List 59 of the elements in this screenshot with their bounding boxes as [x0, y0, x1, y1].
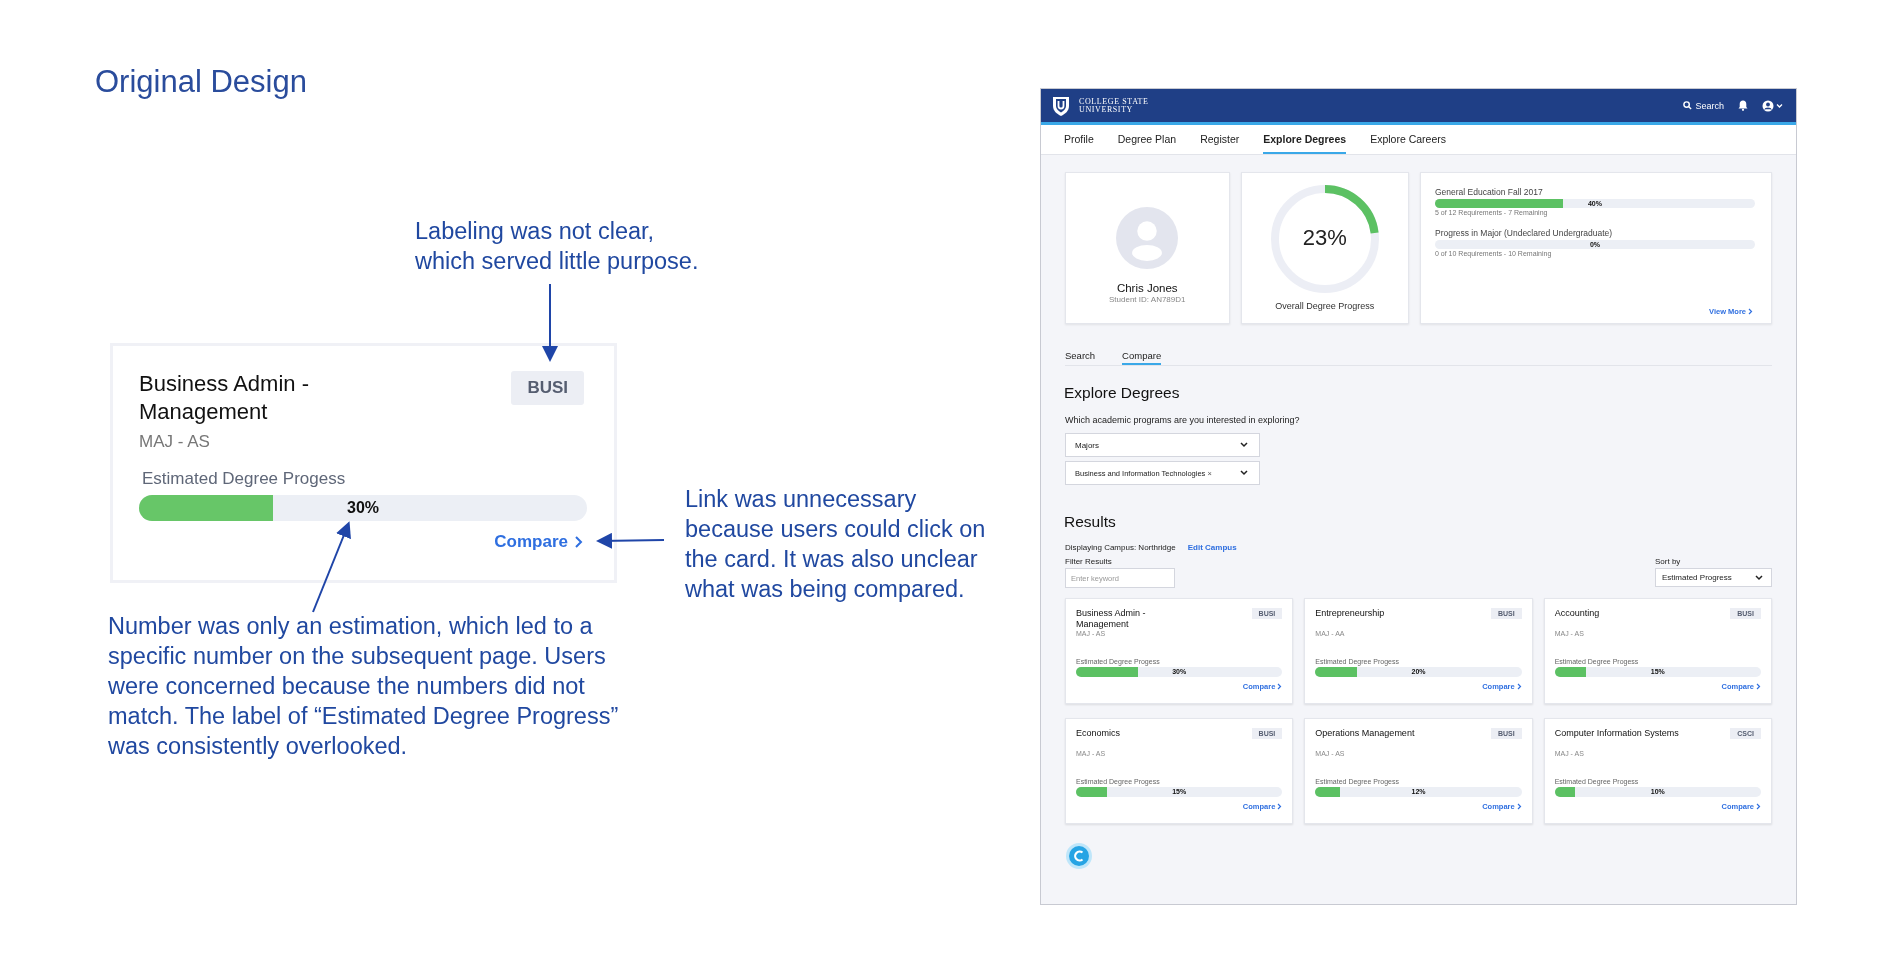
chevron-icon: [1277, 803, 1283, 810]
program-title: Accounting: [1554, 608, 1600, 619]
caret-icon: [1755, 574, 1763, 581]
shield-logo-icon: [1051, 94, 1071, 117]
campus-text: Displaying Campus: Northridge: [1065, 543, 1176, 552]
edit-campus-link[interactable]: Edit Campus: [1187, 543, 1237, 552]
program-title: Business Admin - Management: [1076, 608, 1146, 630]
program-title: Computer Information Systems: [1554, 728, 1679, 739]
university-name: COLLEGE STATE: [1079, 97, 1149, 106]
annotation-text: Labeling was not clear, which served little purpose.: [415, 217, 699, 276]
chevron-icon: [1748, 308, 1753, 315]
chevron-icon: [1277, 683, 1283, 690]
chevron-icon: [1516, 683, 1522, 690]
program-title: Economics: [1076, 728, 1120, 739]
filter-label: Filter Results: [1065, 557, 1113, 566]
caret-icon: [1240, 442, 1248, 448]
student-name: Chris Jones: [1116, 282, 1178, 294]
student-id: Student ID: AN789D1: [1109, 295, 1186, 304]
search-button[interactable]: Search: [1683, 100, 1724, 111]
overall-percent: 23%: [1301, 225, 1348, 251]
nav-tab[interactable]: Degree Plan: [1117, 133, 1177, 154]
bell-icon[interactable]: [1738, 100, 1748, 111]
requirement-label: General Education Fall 2017: [1435, 187, 1544, 197]
account-icon[interactable]: [1762, 99, 1784, 112]
section-heading: Results: [1064, 513, 1117, 531]
avatar-icon: [1116, 207, 1179, 269]
annotation-arrow: [596, 532, 665, 549]
nav-tab[interactable]: Register: [1200, 133, 1240, 154]
caret-icon: [1240, 470, 1248, 476]
sub-tab[interactable]: Compare: [1122, 350, 1162, 365]
nav-tab[interactable]: Profile: [1064, 133, 1094, 154]
search-icon: [1683, 101, 1693, 110]
chevron-icon: [1756, 683, 1761, 690]
compare-link[interactable]: Compare: [494, 532, 584, 552]
nav-tab[interactable]: Explore Careers: [1370, 133, 1446, 154]
program-title: Business Admin - Management: [139, 370, 309, 426]
logo-icon: [1065, 842, 1093, 870]
overall-label: Overall Degree Progress: [1275, 301, 1375, 311]
chevron-icon: [1756, 803, 1761, 810]
progress-label: Estimated Degree Progess: [142, 469, 347, 489]
question-text: Which academic programs are you interested in exploring?: [1065, 415, 1301, 425]
department-tag: BUSI: [511, 371, 584, 405]
program-title: Operations Management: [1315, 728, 1415, 739]
section-heading: Explore Degrees: [1064, 384, 1181, 402]
degree-type: MAJ - AS: [139, 432, 211, 452]
requirement-label: Progress in Major (Undeclared Undergraduate): [1435, 228, 1614, 238]
annotation-text: Link was unnecessary because users could click on the card. It was also unclear what was being compared.: [685, 485, 986, 604]
dropdown[interactable]: Majors: [1065, 433, 1260, 457]
annotation-text: Number was only an estimation, which led to a specific number on the subsequent page. Users were concerned because the numbers did not match. The label of “Estimated Degree Progress” was consistently overlooked.: [108, 612, 619, 761]
program-title: Entrepreneurship: [1315, 608, 1385, 619]
slide-title: Original Design: [95, 64, 307, 100]
chevron-icon: [574, 535, 584, 549]
sort-label: Sort by: [1655, 557, 1682, 566]
chevron-icon: [1516, 803, 1522, 810]
sub-tab[interactable]: Search: [1065, 350, 1096, 365]
progress-percent: 30%: [346, 499, 380, 517]
university-name: UNIVERSITY: [1079, 105, 1134, 114]
nav-tab[interactable]: Explore Degrees: [1263, 133, 1347, 154]
sort-dropdown[interactable]: Estimated Progress: [1655, 568, 1772, 587]
